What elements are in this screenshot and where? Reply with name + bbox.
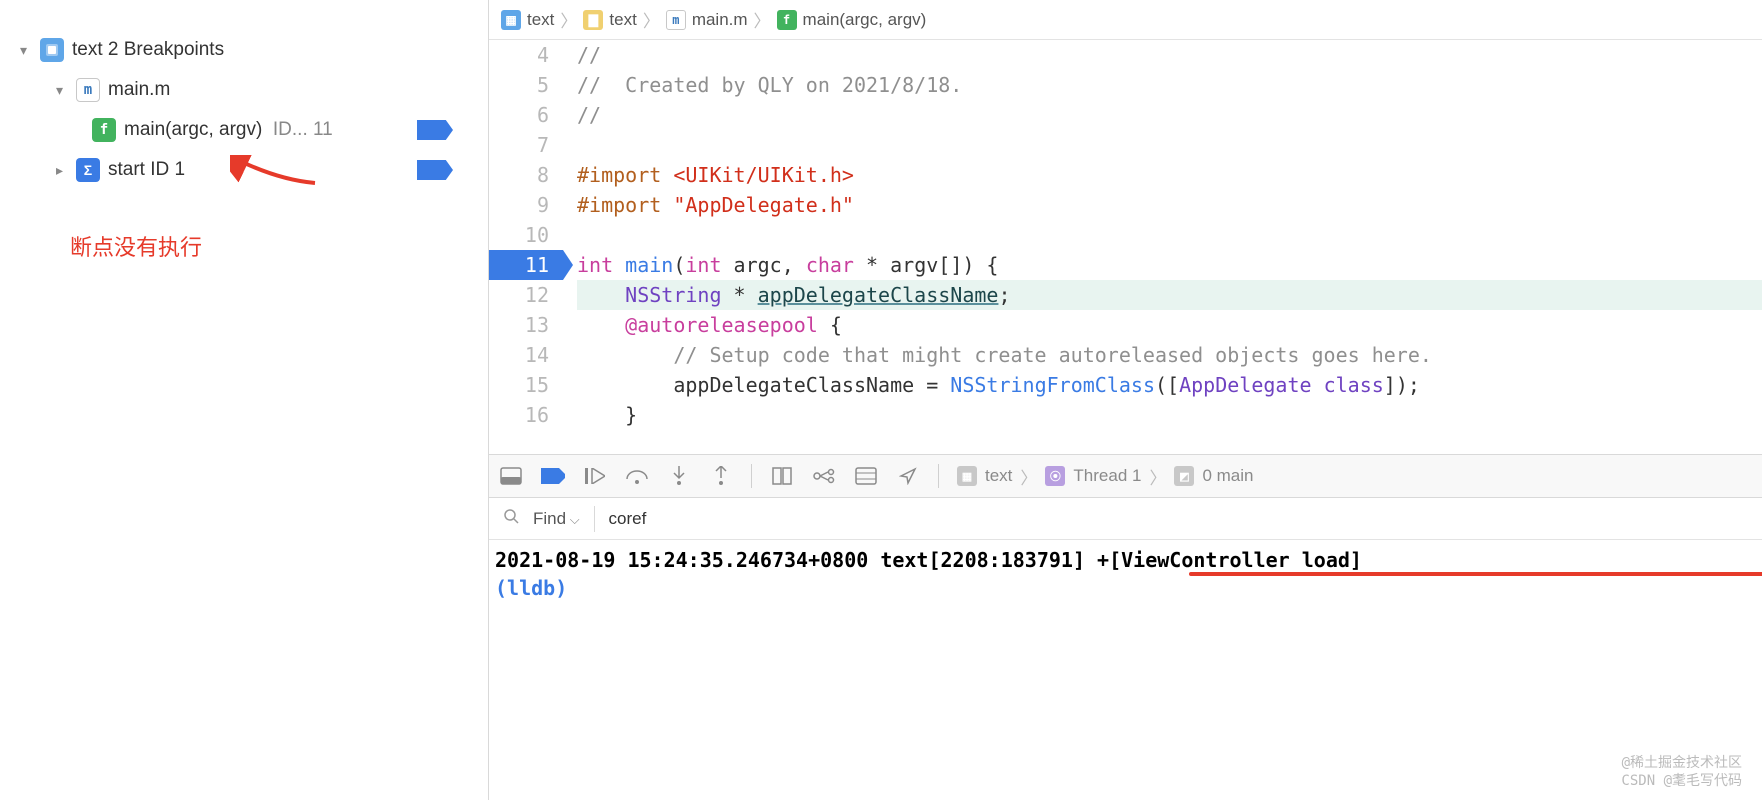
tree-file[interactable]: ▾ m main.m — [0, 70, 488, 110]
location-icon[interactable] — [896, 464, 920, 488]
tree-func-label: main(argc, argv) — [124, 119, 262, 141]
annotation-underline — [1189, 572, 1762, 576]
step-into-icon[interactable] — [667, 464, 691, 488]
breakpoint-tag-icon[interactable] — [417, 160, 453, 180]
breadcrumb-item[interactable]: main(argc, argv) — [803, 10, 927, 30]
lldb-prompt: (lldb) — [495, 574, 1756, 602]
tree-root-label: text — [72, 39, 103, 61]
console-log-line: 2021-08-19 15:24:35.246734+0800 text[220… — [495, 546, 1756, 574]
target-icon: ▦ — [957, 466, 977, 486]
memory-graph-icon[interactable] — [812, 464, 836, 488]
debug-thread-label: Thread 1 — [1073, 466, 1141, 486]
function-icon: f — [92, 118, 116, 142]
objc-file-icon: m — [666, 10, 686, 30]
debug-view-icon[interactable] — [770, 464, 794, 488]
console-find-bar: Find coref — [489, 498, 1762, 540]
folder-icon: ▇ — [583, 10, 603, 30]
debug-target-label: text — [985, 466, 1012, 486]
separator — [751, 464, 752, 488]
environment-icon[interactable] — [854, 464, 878, 488]
breadcrumb: ▦ text 〉 ▇ text 〉 m main.m 〉 f main(argc… — [489, 0, 1762, 40]
tree-breakpoint-func[interactable]: f main(argc, argv) ID... 11 — [0, 110, 488, 150]
tree-symbolic-bp[interactable]: ▸ Σ start ID 1 — [0, 150, 488, 190]
chevron-down-icon: ▾ — [20, 42, 40, 59]
app-icon: ▦ — [501, 10, 521, 30]
debug-toolbar: ▦ text 〉 ⦿ Thread 1 〉 ◩ 0 main — [489, 454, 1762, 498]
breadcrumb-item[interactable]: main.m — [692, 10, 748, 30]
hide-debug-icon[interactable] — [499, 464, 523, 488]
annotation-text: 断点没有执行 — [70, 230, 488, 262]
line-gutter[interactable]: 45678910111213141516 — [489, 40, 563, 454]
step-out-icon[interactable] — [709, 464, 733, 488]
chevron-right-icon: 〉 — [560, 7, 577, 32]
breadcrumb-item[interactable]: text — [527, 10, 554, 30]
code-editor[interactable]: 45678910111213141516 //// Created by QLY… — [489, 40, 1762, 454]
debug-console[interactable]: 2021-08-19 15:24:35.246734+0800 text[220… — [489, 540, 1762, 800]
breakpoints-toggle-icon[interactable] — [541, 464, 565, 488]
tree-func-suffix: ID... 11 — [273, 119, 333, 141]
breadcrumb-item[interactable]: text — [609, 10, 636, 30]
tree-root-suffix: 2 Breakpoints — [108, 39, 224, 61]
breakpoint-tag-icon[interactable] — [417, 120, 453, 140]
frame-icon: ◩ — [1174, 466, 1194, 486]
separator — [594, 506, 595, 532]
chevron-right-icon: ▸ — [56, 162, 76, 179]
objc-file-icon: m — [76, 78, 100, 102]
search-icon[interactable] — [503, 508, 519, 529]
app-icon — [40, 38, 64, 62]
tree-sym-label: start ID 1 — [108, 159, 185, 181]
debug-process-crumb[interactable]: ▦ text 〉 ⦿ Thread 1 〉 ◩ 0 main — [957, 464, 1253, 489]
chevron-down-icon: ▾ — [56, 82, 76, 99]
chevron-right-icon: 〉 — [754, 7, 771, 32]
symbolic-bp-icon: Σ — [76, 158, 100, 182]
chevron-right-icon: 〉 — [643, 7, 660, 32]
tree-root-project[interactable]: ▾ text 2 Breakpoints — [0, 30, 488, 70]
watermark: @稀土掘金技术社区 CSDN @耄毛写代码 — [1621, 754, 1742, 790]
debug-frame-label: 0 main — [1202, 466, 1253, 486]
thread-icon: ⦿ — [1045, 466, 1065, 486]
tree-file-label: main.m — [108, 79, 170, 101]
separator — [938, 464, 939, 488]
breakpoint-navigator: ▾ text 2 Breakpoints ▾ m main.m f main(a… — [0, 0, 489, 800]
find-mode-dropdown[interactable]: Find — [533, 509, 580, 529]
function-icon: f — [777, 10, 797, 30]
code-content[interactable]: //// Created by QLY on 2021/8/18.//#impo… — [563, 40, 1762, 454]
continue-icon[interactable] — [583, 464, 607, 488]
main-area: ▦ text 〉 ▇ text 〉 m main.m 〉 f main(argc… — [489, 0, 1762, 800]
find-query-input[interactable]: coref — [609, 509, 647, 529]
step-over-icon[interactable] — [625, 464, 649, 488]
